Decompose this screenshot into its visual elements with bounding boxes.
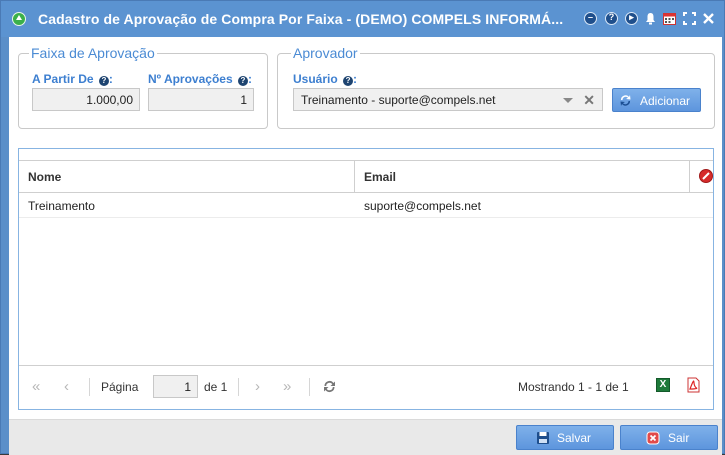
dialog-window: Cadastro de Aprovação de Compra Por Faix… — [0, 0, 725, 455]
adicionar-button[interactable]: Adicionar — [612, 88, 701, 112]
aprovador-fieldset: Aprovador Usuário ?: Treinamento - supor… — [277, 45, 715, 129]
exit-label: Sair — [668, 431, 690, 445]
exit-icon — [646, 431, 660, 445]
window-title: Cadastro de Aprovação de Compra Por Faix… — [38, 11, 564, 27]
delete-all-icon[interactable] — [699, 169, 713, 183]
page-number-input[interactable]: 1 — [153, 375, 198, 398]
excel-export-icon[interactable]: X — [656, 378, 670, 392]
faixa-fieldset: Faixa de Aprovação A Partir De ?: 1.000,… — [18, 45, 268, 129]
clear-icon[interactable]: ✕ — [583, 92, 595, 109]
dialog-footer: Salvar Sair — [9, 419, 722, 455]
grid-header: Nome Email — [19, 161, 713, 193]
dialog-body: Faixa de Aprovação A Partir De ?: 1.000,… — [9, 37, 722, 419]
table-row[interactable]: Treinamento suporte@compels.net — [19, 193, 713, 218]
usuario-value: Treinamento - suporte@compels.net — [301, 93, 496, 107]
column-divider — [354, 161, 355, 192]
save-button[interactable]: Salvar — [516, 425, 614, 450]
usuario-select[interactable]: Treinamento - suporte@compels.net ✕ — [293, 88, 603, 111]
prev-page-icon[interactable]: ‹ — [64, 379, 69, 394]
a-partir-label: A Partir De ?: — [32, 72, 113, 86]
column-divider — [689, 161, 690, 192]
usuario-label: Usuário ?: — [293, 72, 358, 86]
help-icon: ? — [98, 76, 109, 86]
first-page-icon[interactable]: « — [32, 379, 40, 394]
faixa-legend: Faixa de Aprovação — [29, 45, 157, 61]
separator — [309, 378, 310, 396]
pdf-export-icon[interactable] — [687, 377, 700, 393]
save-label: Salvar — [557, 431, 592, 445]
page-total: de 1 — [204, 380, 228, 394]
adicionar-label: Adicionar — [640, 94, 691, 108]
bell-icon[interactable] — [644, 12, 657, 25]
refresh-icon — [620, 95, 631, 106]
separator — [89, 378, 90, 396]
grid-toolbar — [19, 149, 713, 161]
last-page-icon[interactable]: » — [283, 379, 291, 394]
results-count: Mostrando 1 - 1 de 1 — [518, 380, 629, 394]
minimize-icon[interactable]: – — [584, 12, 597, 25]
column-header-email[interactable]: Email — [364, 170, 396, 184]
cell-email: suporte@compels.net — [364, 199, 481, 213]
cell-nome: Treinamento — [28, 199, 95, 213]
a-partir-input[interactable]: 1.000,00 — [32, 88, 140, 111]
titlebar[interactable]: Cadastro de Aprovação de Compra Por Faix… — [1, 1, 724, 37]
separator — [238, 378, 239, 396]
chevron-down-icon[interactable] — [563, 98, 573, 103]
refresh-icon[interactable] — [322, 379, 337, 399]
pagination-bar: « ‹ Página 1 de 1 › » Mostrando 1 - 1 de… — [19, 365, 713, 409]
column-header-nome[interactable]: Nome — [28, 170, 61, 184]
play-icon[interactable]: ▸ — [625, 12, 638, 25]
app-logo-icon — [12, 12, 26, 26]
next-page-icon[interactable]: › — [255, 379, 260, 394]
maximize-icon[interactable] — [683, 12, 696, 25]
aprovador-legend: Aprovador — [291, 45, 360, 61]
help-icon[interactable]: ? — [605, 12, 618, 25]
num-aprovacoes-input[interactable]: 1 — [148, 88, 254, 111]
approvers-grid: Nome Email Treinamento suporte@compels.n… — [18, 148, 714, 410]
exit-button[interactable]: Sair — [620, 425, 718, 450]
num-aprovacoes-label: Nº Aprovações ?: — [148, 72, 252, 86]
calendar-icon[interactable] — [663, 12, 676, 25]
page-label: Página — [101, 380, 139, 394]
close-icon[interactable] — [702, 12, 715, 25]
help-icon: ? — [343, 76, 354, 86]
help-icon: ? — [237, 76, 248, 86]
save-icon — [537, 432, 549, 444]
